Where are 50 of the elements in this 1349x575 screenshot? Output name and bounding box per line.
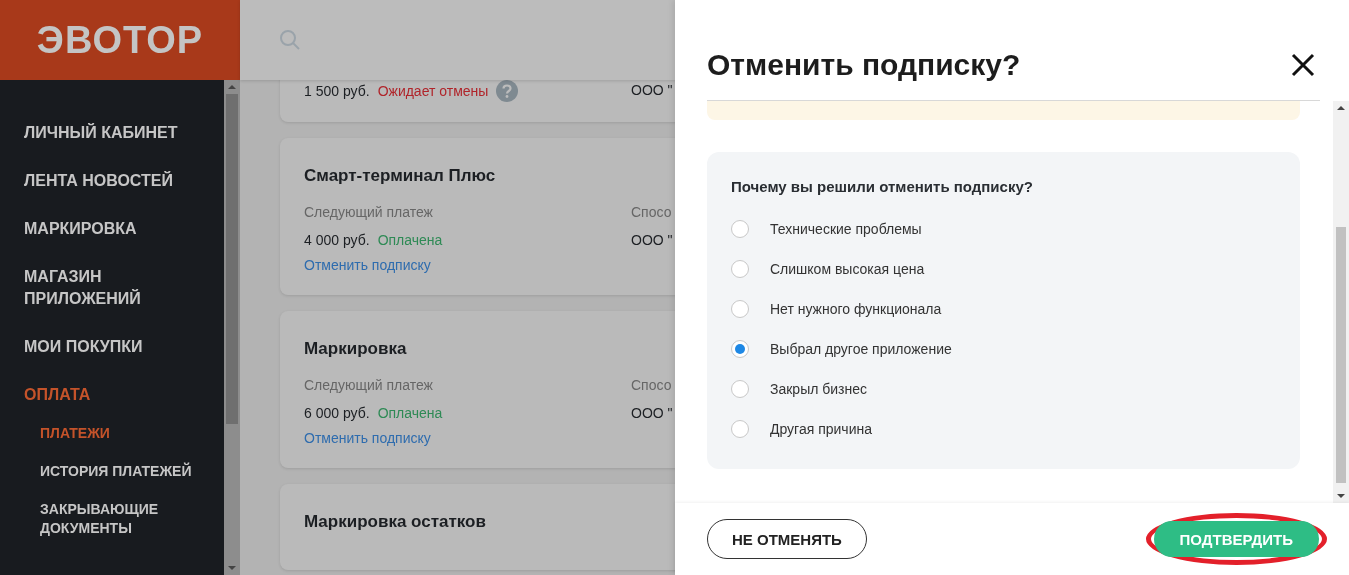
option-label[interactable]: Нет нужного функционала bbox=[770, 301, 942, 317]
scroll-up-icon[interactable] bbox=[1337, 106, 1345, 110]
payment-status: Оплачена bbox=[377, 231, 443, 250]
radio-button[interactable] bbox=[731, 380, 749, 398]
payment-amount: 6 000 руб. bbox=[304, 404, 370, 423]
nav-subitem[interactable]: ЗАКРЫВАЮЩИЕ ДОКУМЕНТЫ bbox=[40, 500, 220, 538]
payment-status: Ожидает отмены bbox=[377, 82, 489, 101]
payment-amount: 1 500 руб. bbox=[304, 82, 370, 101]
field-label: Спосо bbox=[631, 203, 672, 222]
scrollbar[interactable] bbox=[224, 80, 240, 575]
search-icon[interactable] bbox=[278, 28, 302, 52]
nav-subitem[interactable]: ПЛАТЕЖИ bbox=[40, 424, 220, 443]
scrollbar-thumb[interactable] bbox=[226, 94, 238, 424]
option-label[interactable]: Слишком высокая цена bbox=[770, 261, 925, 277]
card-title: Маркировка остатков bbox=[304, 512, 486, 532]
payment-method-value: ООО " bbox=[631, 81, 673, 100]
dialog-title: Отменить подписку? bbox=[707, 48, 1021, 82]
payment-amount: 4 000 руб. bbox=[304, 231, 370, 250]
radio-button[interactable] bbox=[731, 420, 749, 438]
radio-button[interactable] bbox=[731, 300, 749, 318]
option-label[interactable]: Другая причина bbox=[770, 421, 872, 437]
field-label: Спосо bbox=[631, 376, 672, 395]
nav-item[interactable]: МАГАЗИН ПРИЛОЖЕНИЙ bbox=[24, 266, 184, 310]
option-label[interactable]: Технические проблемы bbox=[770, 221, 922, 237]
nav-subitem[interactable]: ИСТОРИЯ ПЛАТЕЖЕЙ bbox=[40, 462, 220, 481]
nav-item[interactable]: ЛИЧНЫЙ КАБИНЕТ bbox=[24, 122, 184, 144]
nav-item[interactable]: МАРКИРОВКА bbox=[24, 218, 184, 240]
payment-method-value: ООО " bbox=[631, 404, 673, 423]
field-label: Следующий платеж bbox=[304, 376, 433, 395]
keep-button[interactable]: НЕ ОТМЕНЯТЬ bbox=[707, 519, 867, 559]
option-label[interactable]: Выбрал другое приложение bbox=[770, 341, 952, 357]
card-title: Смарт-терминал Плюс bbox=[304, 166, 496, 186]
scrollbar[interactable] bbox=[1333, 101, 1349, 503]
help-icon[interactable] bbox=[496, 80, 519, 102]
radio-button[interactable] bbox=[731, 340, 749, 358]
scroll-down-icon[interactable] bbox=[1337, 494, 1345, 498]
close-icon[interactable] bbox=[1290, 52, 1316, 78]
radio-button[interactable] bbox=[731, 260, 749, 278]
card-title: Маркировка bbox=[304, 339, 407, 359]
nav-item[interactable]: ОПЛАТА bbox=[24, 384, 184, 406]
nav-item[interactable]: МОИ ПОКУПКИ bbox=[24, 336, 184, 358]
nav-item[interactable]: ЛЕНТА НОВОСТЕЙ bbox=[24, 170, 184, 192]
radio-button[interactable] bbox=[731, 220, 749, 238]
field-label: Следующий платеж bbox=[304, 203, 433, 222]
payment-method-value: ООО " bbox=[631, 231, 673, 250]
option-label[interactable]: Закрыл бизнес bbox=[770, 381, 868, 397]
scrollbar-thumb[interactable] bbox=[1336, 227, 1346, 483]
question-text: Почему вы решили отменить подписку? bbox=[731, 178, 1034, 195]
logo[interactable]: ЭВОТОР bbox=[36, 18, 204, 62]
payment-status: Оплачена bbox=[377, 404, 443, 423]
